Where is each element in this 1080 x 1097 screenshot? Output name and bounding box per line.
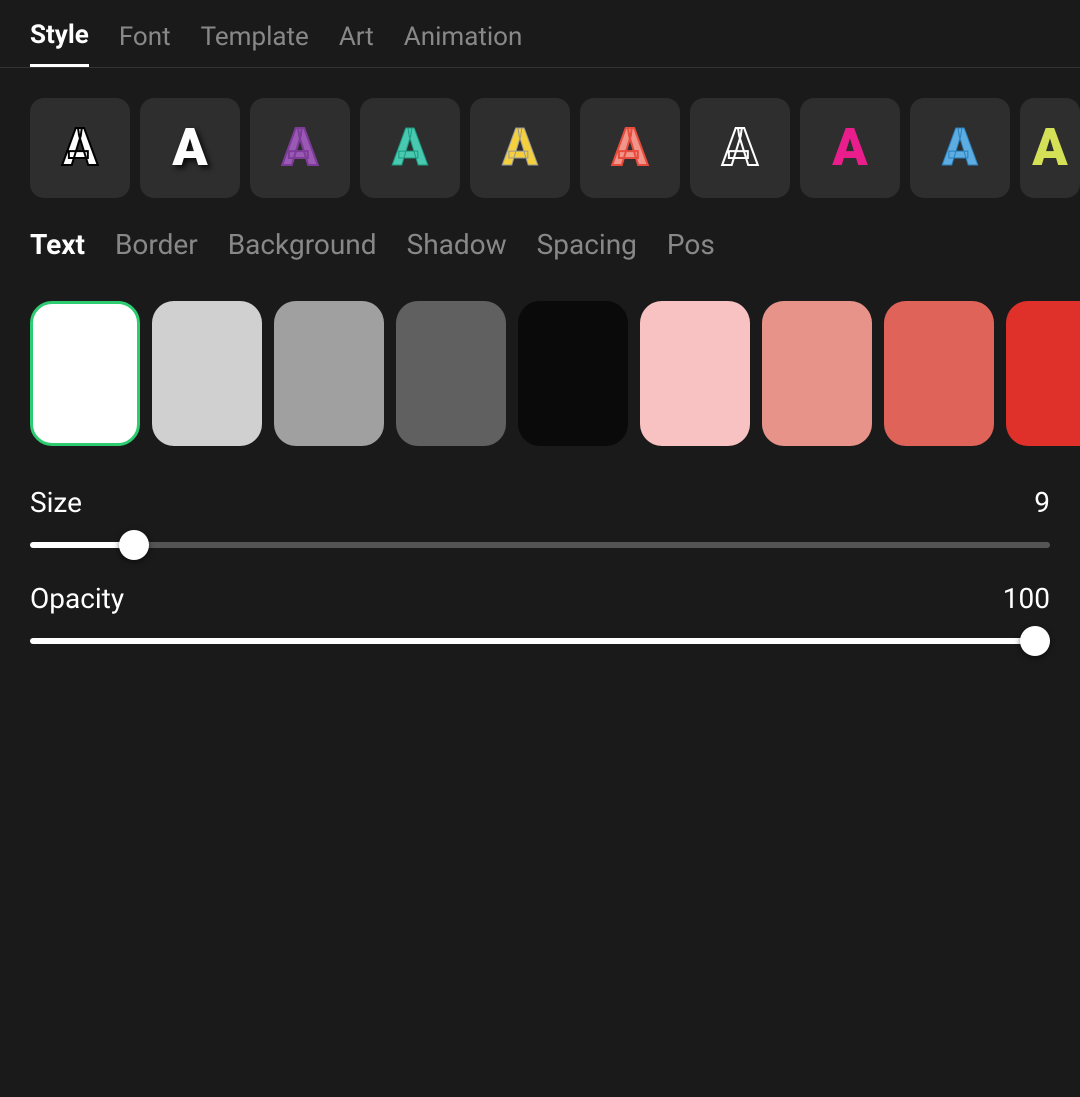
color-swatch-coral[interactable]: [884, 301, 994, 446]
sub-nav-text[interactable]: Text: [30, 228, 85, 266]
font-letter-6: A: [612, 122, 647, 174]
font-letter-8: A: [832, 122, 867, 174]
color-swatch-salmon[interactable]: [762, 301, 872, 446]
color-swatch-white[interactable]: [30, 301, 140, 446]
color-swatch-black[interactable]: [518, 301, 628, 446]
font-letter-9: A: [942, 122, 977, 174]
nav-item-style[interactable]: Style: [30, 20, 89, 67]
font-style-item-2[interactable]: A: [140, 98, 240, 198]
size-slider-row: Size 9: [30, 486, 1050, 552]
font-style-item-8[interactable]: A: [800, 98, 900, 198]
opacity-label: Opacity: [30, 582, 124, 615]
font-letter-4: A: [392, 122, 427, 174]
font-letter-5: A: [502, 122, 537, 174]
opacity-slider-row: Opacity 100: [30, 582, 1050, 648]
font-style-item-6[interactable]: A: [580, 98, 680, 198]
font-style-item-10[interactable]: A: [1020, 98, 1080, 198]
sliders-section: Size 9 Opacity 100: [0, 466, 1080, 698]
sub-nav-shadow[interactable]: Shadow: [407, 228, 507, 266]
font-style-row: A A A A A A A A A A: [0, 68, 1080, 218]
sub-nav-background[interactable]: Background: [228, 228, 377, 266]
opacity-slider[interactable]: [30, 638, 1050, 644]
nav-item-template[interactable]: Template: [201, 22, 309, 66]
color-swatches-row: [0, 281, 1080, 466]
size-slider-header: Size 9: [30, 486, 1050, 519]
sub-nav-border[interactable]: Border: [115, 228, 198, 266]
font-style-item-3[interactable]: A: [250, 98, 350, 198]
color-swatch-light-pink[interactable]: [640, 301, 750, 446]
font-style-item-7[interactable]: A: [690, 98, 790, 198]
opacity-slider-header: Opacity 100: [30, 582, 1050, 615]
sub-nav-position[interactable]: Pos: [667, 228, 715, 266]
size-value: 9: [1034, 486, 1050, 519]
font-letter-10: A: [1032, 122, 1067, 174]
nav-item-animation[interactable]: Animation: [404, 22, 523, 66]
color-swatch-red[interactable]: [1006, 301, 1080, 446]
size-slider[interactable]: [30, 542, 1050, 548]
color-swatch-light-gray[interactable]: [152, 301, 262, 446]
font-style-item-1[interactable]: A: [30, 98, 130, 198]
color-swatch-dark-gray[interactable]: [396, 301, 506, 446]
font-style-item-9[interactable]: A: [910, 98, 1010, 198]
font-letter-1: A: [62, 122, 97, 174]
sub-nav-spacing[interactable]: Spacing: [537, 228, 637, 266]
opacity-value: 100: [1003, 582, 1050, 615]
font-letter-3: A: [282, 122, 317, 174]
nav-item-font[interactable]: Font: [119, 22, 171, 66]
font-letter-2: A: [172, 122, 207, 174]
nav-item-art[interactable]: Art: [339, 22, 374, 66]
font-style-item-5[interactable]: A: [470, 98, 570, 198]
font-letter-7: A: [722, 122, 757, 174]
font-style-item-4[interactable]: A: [360, 98, 460, 198]
sub-nav: Text Border Background Shadow Spacing Po…: [0, 218, 1080, 281]
top-nav: Style Font Template Art Animation: [0, 0, 1080, 68]
color-swatch-gray[interactable]: [274, 301, 384, 446]
size-label: Size: [30, 486, 82, 519]
